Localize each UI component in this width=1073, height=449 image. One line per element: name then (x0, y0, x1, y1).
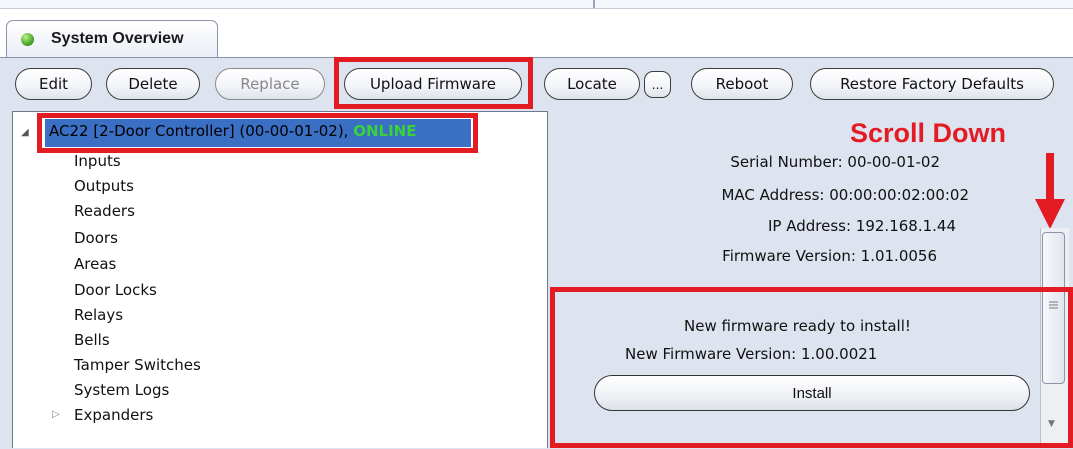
reboot-button[interactable]: Reboot (691, 68, 793, 100)
tree-item-relays[interactable]: Relays (74, 305, 123, 325)
locate-more-button[interactable]: ... (644, 71, 671, 98)
tree-item-bells[interactable]: Bells (74, 330, 110, 350)
tree-item-areas[interactable]: Areas (74, 254, 116, 274)
tree-item-tamper-switches[interactable]: Tamper Switches (74, 355, 201, 375)
online-status: ONLINE (353, 122, 417, 140)
status-online-icon (21, 33, 34, 46)
tree-item-system-logs[interactable]: System Logs (74, 380, 169, 400)
tree-item-readers[interactable]: Readers (74, 201, 135, 221)
ip-address: IP Address: 192.168.1.44 (768, 217, 956, 235)
tab-label: System Overview (51, 30, 184, 47)
strip-separator (593, 0, 595, 8)
tab-system-overview[interactable]: System Overview (6, 20, 218, 58)
tree-item-outputs[interactable]: Outputs (74, 176, 134, 196)
install-button[interactable]: Install (594, 375, 1030, 411)
expand-triangle-icon[interactable]: ▷ (52, 409, 60, 420)
new-firmware-message: New firmware ready to install! (684, 317, 911, 335)
restore-factory-defaults-button[interactable]: Restore Factory Defaults (810, 68, 1054, 100)
scroll-down-button-icon[interactable]: ▼ (1048, 419, 1055, 429)
scrollbar-grip-icon (1049, 301, 1058, 309)
tree-item-doors[interactable]: Doors (74, 228, 118, 248)
firmware-version: Firmware Version: 1.01.0056 (722, 247, 937, 265)
scroll-down-annotation: Scroll Down (850, 118, 1007, 148)
tree-item-expanders[interactable]: Expanders (74, 405, 153, 425)
window-top-strip (0, 0, 1073, 9)
delete-button[interactable]: Delete (106, 68, 200, 100)
new-firmware-version: New Firmware Version: 1.00.0021 (625, 345, 878, 363)
replace-button[interactable]: Replace (215, 68, 325, 100)
scroll-down-arrow-icon (1035, 153, 1065, 229)
tree-root-controller[interactable]: AC22 [2-Door Controller] (00-00-01-02), … (45, 119, 471, 147)
controller-label: AC22 [2-Door Controller] (00-00-01-02), (49, 122, 349, 140)
locate-button[interactable]: Locate (544, 68, 640, 100)
tree-item-inputs[interactable]: Inputs (74, 151, 121, 171)
edit-button[interactable]: Edit (15, 68, 92, 100)
serial-number: Serial Number: 00-00-01-02 (730, 153, 940, 171)
collapse-triangle-icon[interactable]: ◢ (21, 127, 29, 138)
tree-item-door-locks[interactable]: Door Locks (74, 280, 157, 300)
mac-address: MAC Address: 00:00:00:02:00:02 (721, 186, 969, 204)
upload-firmware-button[interactable]: Upload Firmware (344, 68, 522, 100)
